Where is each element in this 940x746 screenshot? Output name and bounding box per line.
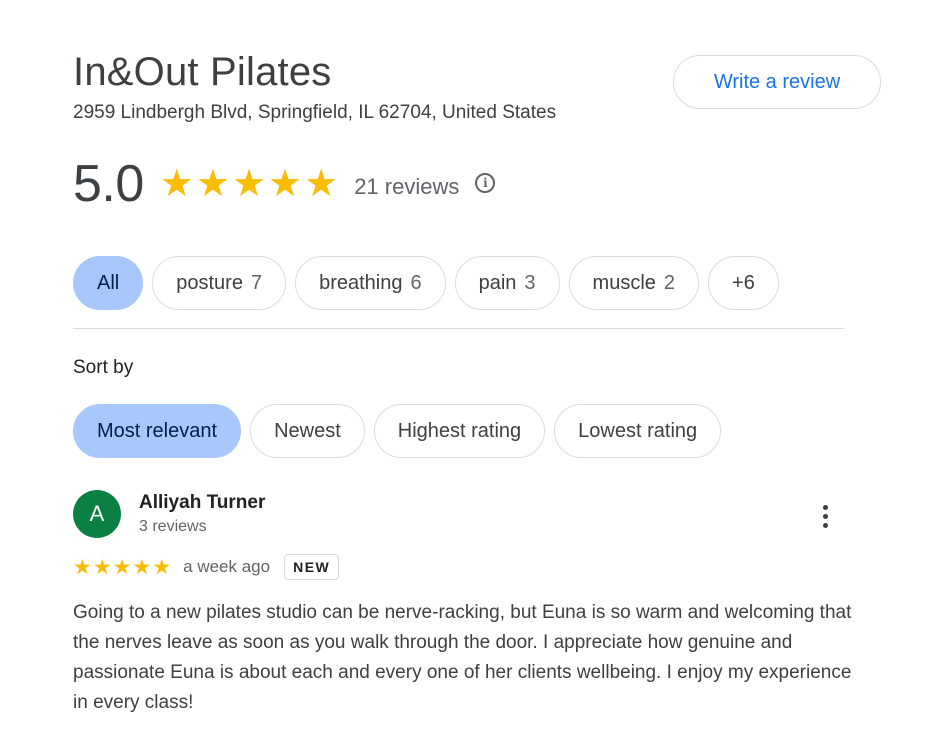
review-stars: ★ ★ ★ ★ ★ — [73, 557, 171, 578]
filter-chip-label: posture — [176, 271, 243, 294]
filter-chip-count: 6 — [410, 271, 422, 294]
filter-chip-count: 7 — [250, 271, 263, 294]
sort-highest-rating[interactable]: Highest rating — [373, 404, 546, 458]
sort-newest[interactable]: Newest — [250, 404, 365, 458]
star-icon: ★ — [231, 163, 267, 205]
star-icon: ★ — [73, 555, 92, 579]
filter-chip-all[interactable]: All — [73, 256, 144, 310]
filter-chip-label: muscle — [592, 271, 656, 294]
reviews-count[interactable]: 21 reviews — [354, 174, 459, 200]
rating-stars: ★ ★ ★ ★ ★ — [160, 165, 338, 203]
filter-chip-count: 2 — [663, 271, 676, 294]
sort-most-relevant[interactable]: Most relevant — [73, 404, 242, 458]
reviewer-name[interactable]: Alliyah Turner — [139, 492, 265, 514]
filter-chip-label: pain — [478, 271, 517, 294]
filter-chip-label: All — [97, 271, 120, 294]
more-options-icon[interactable] — [813, 500, 837, 532]
info-icon[interactable]: i — [475, 173, 496, 193]
review-meta: ★ ★ ★ ★ ★ a week ago NEW — [73, 552, 340, 582]
filter-chip-muscle[interactable]: muscle 2 — [568, 256, 700, 310]
filter-chip-label: +6 — [732, 271, 755, 294]
business-name: In&Out Pilates — [73, 50, 332, 94]
sort-option-label: Highest rating — [397, 419, 522, 442]
star-icon: ★ — [152, 555, 172, 579]
filter-chip-count: 3 — [524, 271, 536, 294]
sort-lowest-rating[interactable]: Lowest rating — [554, 404, 722, 458]
star-icon: ★ — [304, 163, 339, 205]
star-icon: ★ — [159, 163, 194, 205]
sort-label: Sort by — [73, 357, 134, 378]
review-topic-filters: All posture 7 breathing 6 pain 3 muscle … — [73, 256, 779, 310]
divider — [73, 328, 844, 329]
filter-chip-posture[interactable]: posture 7 — [152, 256, 287, 310]
write-review-button[interactable]: Write a review — [673, 55, 881, 109]
star-icon: ★ — [92, 555, 112, 579]
business-address: 2959 Lindbergh Blvd, Springfield, IL 627… — [73, 102, 557, 123]
sort-options: Most relevant Newest Highest rating Lowe… — [73, 404, 722, 458]
filter-chip-breathing[interactable]: breathing 6 — [295, 256, 446, 310]
sort-option-label: Newest — [274, 419, 341, 442]
star-icon: ★ — [195, 163, 230, 205]
review-date: a week ago — [183, 557, 271, 576]
filter-chip-more[interactable]: +6 — [708, 256, 779, 310]
avatar[interactable]: A — [73, 490, 121, 538]
sort-option-label: Most relevant — [97, 419, 218, 442]
overall-rating: 5.0 ★ ★ ★ ★ ★ 21 reviews i — [73, 152, 496, 216]
rating-value: 5.0 — [73, 155, 144, 213]
star-icon: ★ — [132, 555, 152, 579]
sort-option-label: Lowest rating — [578, 419, 698, 442]
review-text: Going to a new pilates studio can be ner… — [73, 602, 852, 713]
star-icon: ★ — [112, 555, 132, 579]
star-icon: ★ — [268, 163, 303, 205]
filter-chip-label: breathing — [319, 271, 403, 294]
filter-chip-pain[interactable]: pain 3 — [454, 256, 560, 310]
new-badge: NEW — [284, 554, 340, 580]
reviewer-review-count: 3 reviews — [139, 518, 207, 535]
